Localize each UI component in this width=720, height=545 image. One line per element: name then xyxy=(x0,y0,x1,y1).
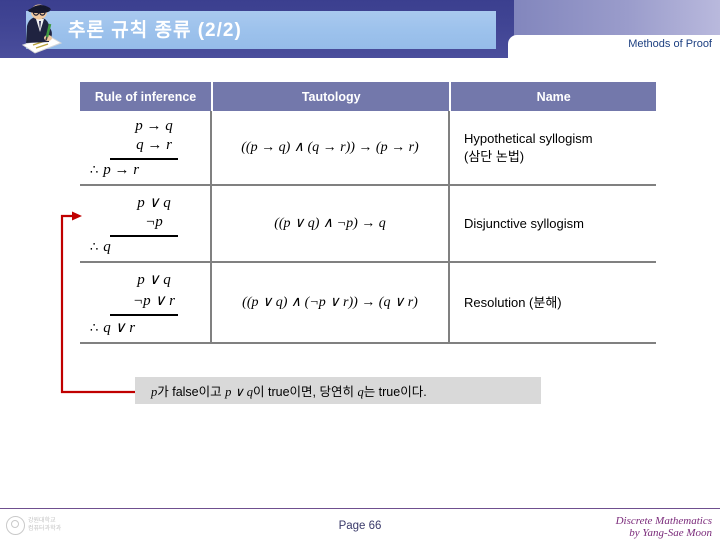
rules-of-inference-table: Rule of inference Tautology Name p → q q… xyxy=(80,82,656,344)
conclusion-text: q xyxy=(103,239,111,255)
university-logo-text: 강원대학교 컴퓨터과학과 xyxy=(28,517,61,533)
therefore-symbol: ∴ xyxy=(90,163,99,178)
tautology-text: ((p ∨ q) ∧ (¬p ∨ r)) → (q ∨ r) xyxy=(242,295,418,310)
inference-bar xyxy=(110,235,178,237)
tautology-text: ((p → q) ∧ (q → r)) → (p → r) xyxy=(241,140,419,155)
slide-header: 추론 규칙 종류 (2/2) Methods of Proof xyxy=(0,0,720,60)
column-header-name: Name xyxy=(536,89,571,104)
inference-block: p → q q → r ∴ p → r xyxy=(80,111,210,184)
rule-cell: p → q q → r ∴ p → r xyxy=(80,111,212,184)
course-credit: Discrete Mathematics by Yang-Sae Moon xyxy=(616,515,712,539)
inference-block: p ∨ q ¬p ∴ q xyxy=(80,186,210,261)
callout-expr-pq: p ∨ q xyxy=(225,385,254,399)
page-title: 추론 규칙 종류 (2/2) xyxy=(68,20,242,41)
premise-line: ¬p xyxy=(145,214,163,230)
table-row: p ∨ q ¬p ∨ r ∴ q ∨ r ((p ∨ q) ∧ (¬p ∨ r))… xyxy=(80,263,656,344)
rule-name-line1: Disjunctive syllogism xyxy=(464,215,584,231)
inference-bar xyxy=(110,314,178,316)
tautology-cell: ((p → q) ∧ (q → r)) → (p → r) xyxy=(212,111,450,184)
premise-line: ¬p ∨ r xyxy=(133,293,175,309)
page-number: Page 66 xyxy=(338,520,382,532)
callout-seg-3: 는 true이다. xyxy=(363,385,427,399)
rule-name: Hypothetical syllogism (삼단 논법) xyxy=(450,130,593,165)
column-header-rule-of-inference: Rule of inference xyxy=(80,82,214,111)
premise-line: p → q xyxy=(135,118,173,134)
therefore-symbol: ∴ xyxy=(90,321,99,336)
premise-line: p ∨ q xyxy=(137,272,171,288)
rule-name-line1: Resolution (분해) xyxy=(464,294,562,310)
university-logo: 강원대학교 컴퓨터과학과 xyxy=(6,514,74,536)
name-cell: Resolution (분해) xyxy=(450,263,656,342)
callout-seg-1: 가 false이고 xyxy=(157,385,226,399)
course-author: by Yang-Sae Moon xyxy=(629,527,712,539)
conclusion-text: q ∨ r xyxy=(103,320,136,336)
inference-block: p ∨ q ¬p ∨ r ∴ q ∨ r xyxy=(80,263,210,342)
table-row: p → q q → r ∴ p → r ((p → q) ∧ (q → r)) →… xyxy=(80,111,656,186)
writer-clipart-icon xyxy=(9,2,65,57)
inference-bar xyxy=(110,158,178,160)
tautology-cell: ((p ∨ q) ∧ ¬p) → q xyxy=(212,186,450,261)
tautology-cell: ((p ∨ q) ∧ (¬p ∨ r)) → (q ∨ r) xyxy=(212,263,450,342)
conclusion-line: ∴ q ∨ r xyxy=(80,318,210,337)
name-cell: Disjunctive syllogism xyxy=(450,186,656,261)
rule-cell: p ∨ q ¬p ∴ q xyxy=(80,186,212,261)
university-logo-line1: 강원대학교 xyxy=(28,518,56,524)
therefore-symbol: ∴ xyxy=(90,240,99,255)
university-seal-icon xyxy=(6,515,25,535)
premise-line: p ∨ q xyxy=(137,195,171,211)
rule-name: Resolution (분해) xyxy=(450,294,562,312)
conclusion-line: ∴ q xyxy=(80,239,210,256)
callout-text: p가 false이고 p ∨ q이 true이면, 당연히 q는 true이다. xyxy=(135,381,427,400)
rule-cell: p ∨ q ¬p ∨ r ∴ q ∨ r xyxy=(80,263,212,342)
slide-footer: 강원대학교 컴퓨터과학과 Page 66 Discrete Mathematic… xyxy=(0,508,720,540)
section-label: Methods of Proof xyxy=(628,38,712,50)
rule-name-line2: (삼단 논법) xyxy=(464,148,525,164)
course-title: Discrete Mathematics xyxy=(615,515,712,527)
column-header-tautology: Tautology xyxy=(213,82,452,111)
table-row: p ∨ q ¬p ∴ q ((p ∨ q) ∧ ¬p) → q Disjuncti… xyxy=(80,186,656,263)
callout-box: p가 false이고 p ∨ q이 true이면, 당연히 q는 true이다. xyxy=(135,377,541,404)
callout-seg-2: 이 true이면, 당연히 xyxy=(253,385,358,399)
name-cell: Hypothetical syllogism (삼단 논법) xyxy=(450,111,656,184)
conclusion-text: p → r xyxy=(103,162,140,178)
footer-divider xyxy=(0,508,720,509)
tautology-text: ((p ∨ q) ∧ ¬p) → q xyxy=(274,216,386,231)
conclusion-line: ∴ p → r xyxy=(80,162,210,179)
university-logo-line2: 컴퓨터과학과 xyxy=(28,526,62,532)
premise-line: q → r xyxy=(136,137,172,153)
table-header-row: Rule of inference Tautology Name xyxy=(80,82,656,111)
rule-name-line1: Hypothetical syllogism xyxy=(464,130,593,146)
rule-name: Disjunctive syllogism xyxy=(450,215,584,233)
